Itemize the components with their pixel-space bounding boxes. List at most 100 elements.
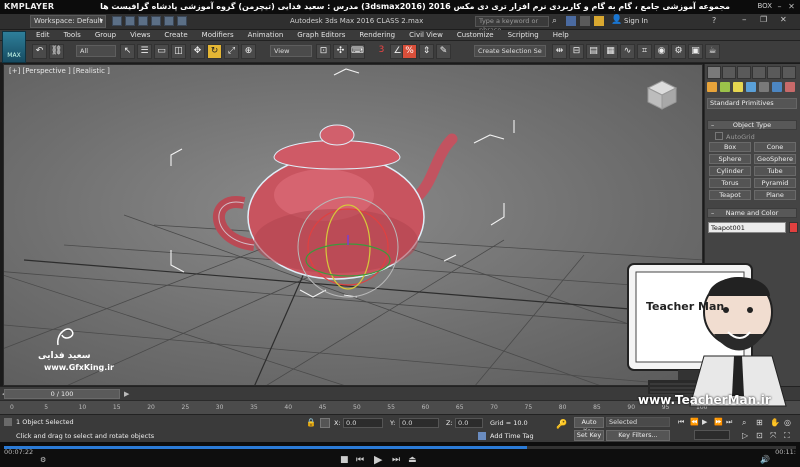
undo-toolbar-icon[interactable]: ↶: [32, 44, 47, 59]
teapot-button[interactable]: Teapot: [709, 190, 751, 200]
rendered-frame-window-icon[interactable]: ▣: [688, 44, 703, 59]
player-previous-icon[interactable]: ⏮: [356, 455, 364, 465]
window-close-icon[interactable]: ✕: [780, 15, 787, 24]
project-folder-icon[interactable]: [177, 16, 187, 26]
plane-button[interactable]: Plane: [754, 190, 796, 200]
geosphere-button[interactable]: GeoSphere: [754, 154, 796, 164]
layer-explorer-icon[interactable]: ▤: [586, 44, 601, 59]
minimize-icon[interactable]: –: [775, 2, 784, 11]
search-icon[interactable]: ⌕: [552, 16, 557, 26]
render-production-icon[interactable]: ☕: [705, 44, 720, 59]
cameras-icon[interactable]: [746, 82, 756, 92]
undo-icon[interactable]: [151, 16, 161, 26]
z-coordinate-field[interactable]: 0.0: [455, 418, 483, 428]
playback-progress-bar[interactable]: [4, 446, 796, 449]
material-editor-icon[interactable]: ◉: [654, 44, 669, 59]
sphere-button[interactable]: Sphere: [709, 154, 751, 164]
mirror-icon[interactable]: ⇹: [552, 44, 567, 59]
menu-graph-editors[interactable]: Graph Editors: [297, 30, 345, 41]
zoom-extents-icon[interactable]: ⊡: [756, 431, 763, 440]
space-warps-icon[interactable]: [772, 82, 782, 92]
communication-center-icon[interactable]: [580, 16, 590, 26]
select-rotate-icon[interactable]: ↻: [207, 44, 222, 59]
cone-button[interactable]: Cone: [754, 142, 796, 152]
menu-help[interactable]: Help: [553, 30, 569, 41]
window-crossing-icon[interactable]: ◫: [171, 44, 186, 59]
edit-named-selection-icon[interactable]: ✎: [436, 44, 451, 59]
menu-create[interactable]: Create: [164, 30, 187, 41]
max-application-button[interactable]: MAX: [2, 31, 26, 63]
y-coordinate-field[interactable]: 0.0: [399, 418, 439, 428]
player-volume-icon[interactable]: 🔊: [760, 455, 770, 464]
geometry-icon[interactable]: [707, 82, 717, 92]
box-button[interactable]: Box: [709, 142, 751, 152]
torus-button[interactable]: Torus: [709, 178, 751, 188]
time-slider[interactable]: 0 / 100: [4, 389, 120, 399]
keyboard-shortcut-icon[interactable]: ⌨: [350, 44, 365, 59]
object-color-swatch[interactable]: [789, 222, 798, 233]
subscription-icon[interactable]: [566, 16, 576, 26]
user-icon[interactable]: 👤: [611, 15, 622, 25]
player-next-icon[interactable]: ⏭: [392, 455, 400, 465]
menu-group[interactable]: Group: [95, 30, 116, 41]
set-key-button[interactable]: Set Key: [574, 430, 604, 441]
menu-tools[interactable]: Tools: [64, 30, 81, 41]
rectangular-selection-icon[interactable]: ▭: [154, 44, 169, 59]
menu-views[interactable]: Views: [130, 30, 150, 41]
menu-rendering[interactable]: Rendering: [359, 30, 395, 41]
select-by-name-icon[interactable]: ☰: [137, 44, 152, 59]
pyramid-button[interactable]: Pyramid: [754, 178, 796, 188]
key-filters-button[interactable]: Key Filters...: [606, 430, 670, 441]
walk-through-icon[interactable]: ⤧: [770, 431, 776, 441]
player-stop-icon[interactable]: ■: [340, 455, 349, 465]
add-time-tag-button[interactable]: Add Time Tag: [490, 432, 534, 440]
spinner-snap-icon[interactable]: ⇕: [419, 44, 434, 59]
create-tab-icon[interactable]: [707, 66, 721, 79]
motion-tab-icon[interactable]: [752, 66, 766, 79]
key-icon[interactable]: 🔑: [556, 420, 567, 430]
select-scale-icon[interactable]: ⤢: [224, 44, 239, 59]
hierarchy-tab-icon[interactable]: [737, 66, 751, 79]
place-icon[interactable]: ⊕: [241, 44, 256, 59]
shapes-icon[interactable]: [720, 82, 730, 92]
curve-editor-icon[interactable]: ∿: [620, 44, 635, 59]
window-restore-icon[interactable]: ❐: [760, 15, 767, 24]
utilities-tab-icon[interactable]: [782, 66, 796, 79]
maximize-viewport-icon[interactable]: ⛶: [784, 431, 790, 441]
object-name-field[interactable]: Teapot001: [708, 222, 786, 233]
ribbon-icon[interactable]: ▦: [603, 44, 618, 59]
render-setup-icon[interactable]: ⚙: [671, 44, 686, 59]
menu-scripting[interactable]: Scripting: [508, 30, 539, 41]
search-input[interactable]: Type a keyword or phrase: [475, 16, 549, 34]
save-file-icon[interactable]: [138, 16, 148, 26]
menu-animation[interactable]: Animation: [248, 30, 284, 41]
select-object-icon[interactable]: ↖: [120, 44, 135, 59]
selection-filter-dropdown[interactable]: All: [76, 45, 116, 57]
schematic-view-icon[interactable]: ⌗: [637, 44, 652, 59]
workspace-select[interactable]: Workspace: Default: [30, 15, 106, 28]
help-icon[interactable]: ?: [712, 16, 716, 25]
link-icon[interactable]: ⛓: [49, 44, 64, 59]
slider-next-icon[interactable]: ▶: [124, 390, 129, 398]
close-icon[interactable]: ✕: [787, 2, 796, 11]
absolute-mode-icon[interactable]: [320, 418, 330, 428]
open-file-icon[interactable]: [125, 16, 135, 26]
menu-customize[interactable]: Customize: [457, 30, 494, 41]
field-of-view-icon[interactable]: ▷: [742, 431, 748, 440]
name-and-color-rollout[interactable]: Name and Color: [707, 208, 797, 218]
favorites-icon[interactable]: [594, 16, 604, 26]
helpers-icon[interactable]: [759, 82, 769, 92]
menu-edit[interactable]: Edit: [36, 30, 50, 41]
modify-tab-icon[interactable]: [722, 66, 736, 79]
x-coordinate-field[interactable]: 0.0: [343, 418, 383, 428]
player-box-label[interactable]: BOX: [757, 2, 772, 10]
reference-coordinate-dropdown[interactable]: View: [270, 45, 312, 57]
maxscript-listener-icon[interactable]: [4, 418, 12, 426]
viewcube[interactable]: [644, 77, 680, 113]
pivot-center-icon[interactable]: ⊡: [316, 44, 331, 59]
menu-civil-view[interactable]: Civil View: [409, 30, 443, 41]
auto-key-button[interactable]: Auto Key: [574, 417, 604, 435]
align-icon[interactable]: ⊟: [569, 44, 584, 59]
perspective-viewport[interactable]: [+] [Perspective ] [Realistic ]: [3, 64, 703, 386]
autogrid-checkbox[interactable]: AutoGrid: [715, 132, 755, 141]
